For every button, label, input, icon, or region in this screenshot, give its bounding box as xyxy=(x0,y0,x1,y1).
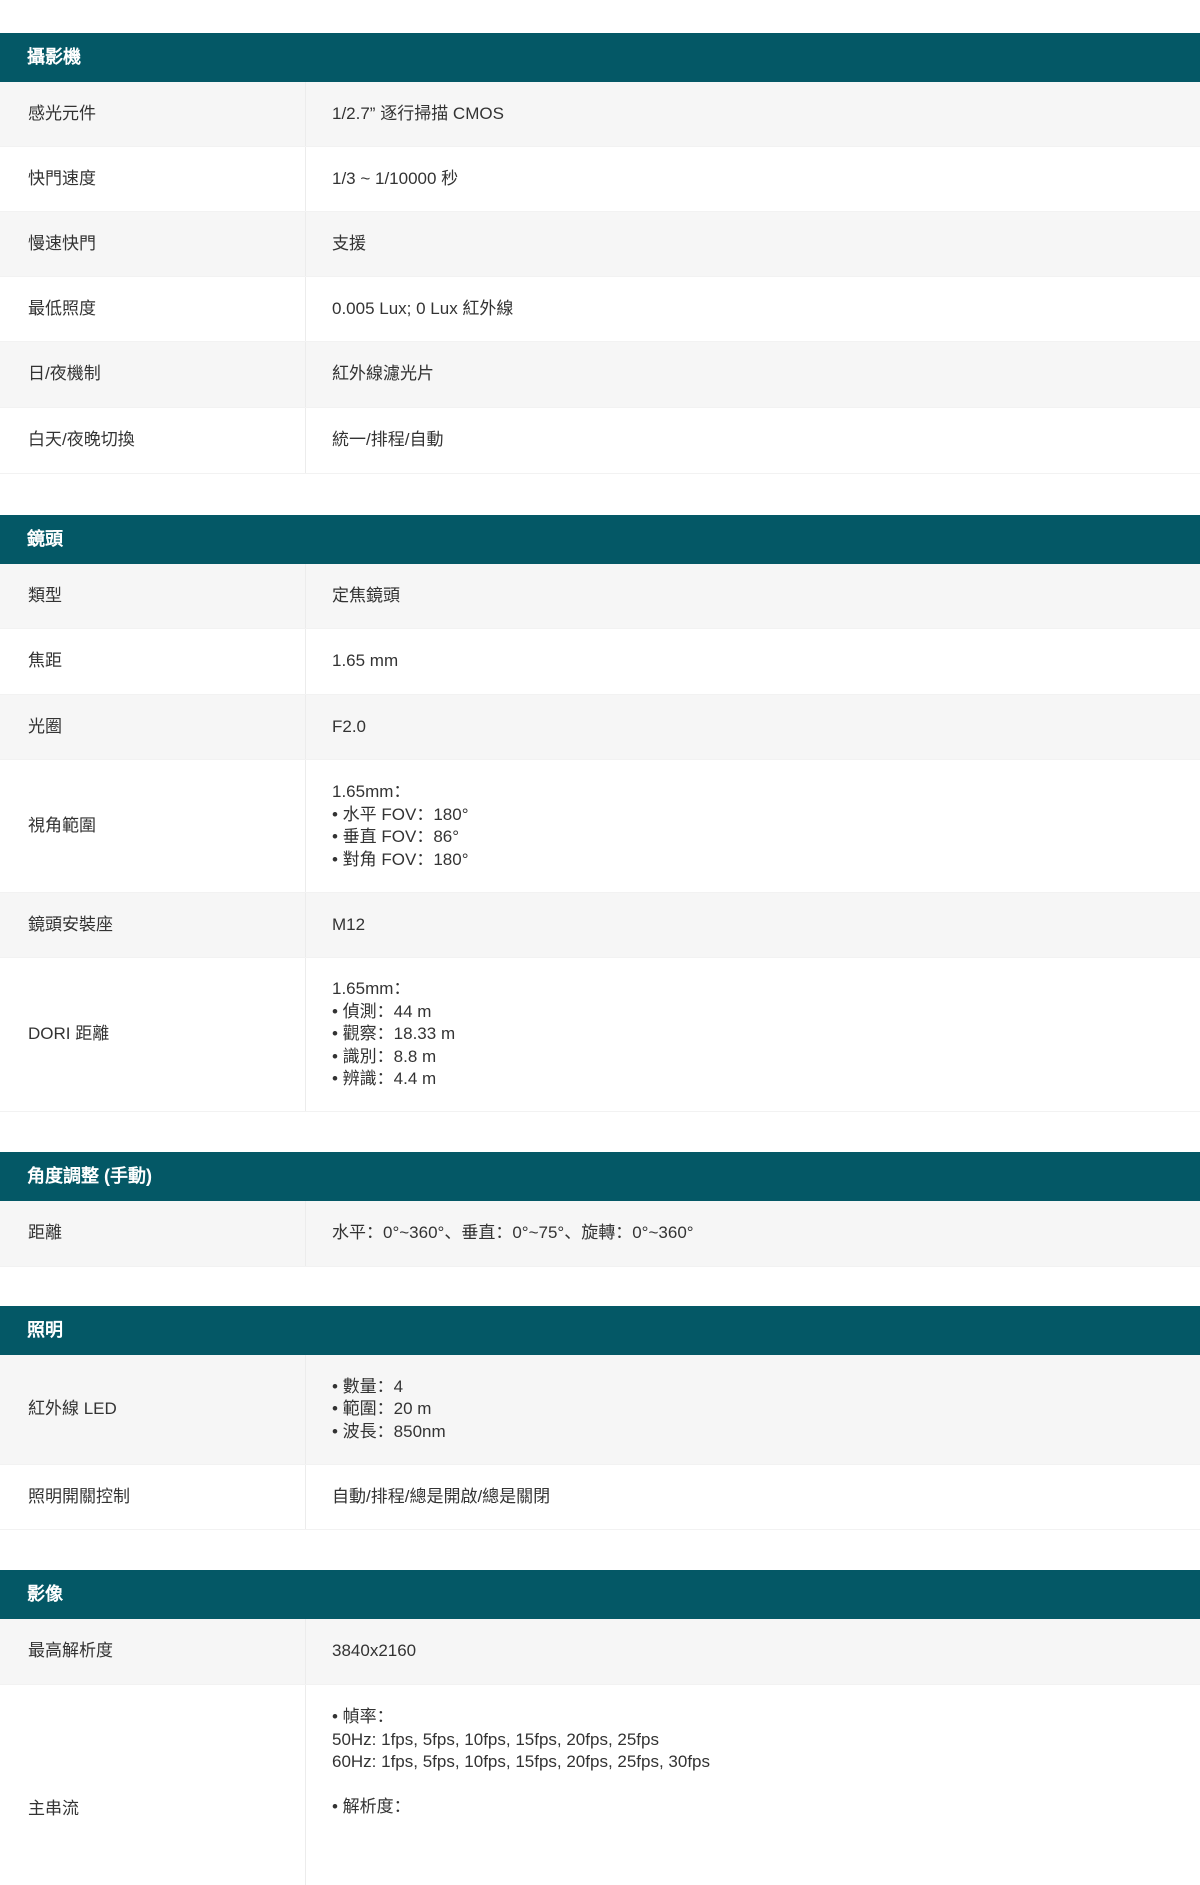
spec-section-angle-adjustment: 角度調整 (手動) 距離 水平：0°~360°、垂直：0°~75°、旋轉：0°~… xyxy=(0,1152,1200,1267)
spec-value: • 幀率： 50Hz: 1fps, 5fps, 10fps, 15fps, 20… xyxy=(306,1685,1200,1885)
spec-value: 3840x2160 xyxy=(306,1619,1200,1684)
spec-label: 紅外線 LED xyxy=(0,1355,306,1464)
spec-value-line: • 偵測：44 m xyxy=(332,1001,432,1021)
spec-section-illumination: 照明 紅外線 LED • 數量：4 • 範圍：20 m • 波長：850nm 照… xyxy=(0,1306,1200,1530)
spec-value-line: • 波長：850nm xyxy=(332,1421,446,1441)
spec-value-line: 1.65mm： xyxy=(332,979,411,999)
spec-label: 感光元件 xyxy=(0,82,306,146)
spec-row: 視角範圍 1.65mm： • 水平 FOV：180° • 垂直 FOV：86° … xyxy=(0,760,1200,893)
spec-value-line: • 水平 FOV：180° xyxy=(332,804,469,824)
spec-row: 照明開關控制 自動/排程/總是開啟/總是關閉 xyxy=(0,1465,1200,1530)
spec-label: 距離 xyxy=(0,1201,306,1266)
spec-value-line: 50Hz: 1fps, 5fps, 10fps, 15fps, 20fps, 2… xyxy=(332,1729,659,1749)
spec-value-line: • 觀察：18.33 m xyxy=(332,1024,456,1044)
spec-value: • 數量：4 • 範圍：20 m • 波長：850nm xyxy=(306,1355,1200,1464)
spec-value-line: • 數量：4 xyxy=(332,1376,404,1396)
spec-section-video: 影像 最高解析度 3840x2160 主串流 • 幀率： 50Hz: 1fps,… xyxy=(0,1570,1200,1885)
spec-value: 定焦鏡頭 xyxy=(306,564,1200,628)
spec-row: 白天/夜晚切換 統一/排程/自動 xyxy=(0,408,1200,474)
spec-row: 快門速度 1/3 ~ 1/10000 秒 xyxy=(0,147,1200,212)
spec-row: 最高解析度 3840x2160 xyxy=(0,1619,1200,1685)
spec-label: 光圈 xyxy=(0,695,306,759)
spec-value: F2.0 xyxy=(306,695,1200,759)
spec-row: 日/夜機制 紅外線濾光片 xyxy=(0,342,1200,408)
section-header: 照明 xyxy=(0,1306,1200,1355)
spec-label: 慢速快門 xyxy=(0,212,306,276)
section-header: 影像 xyxy=(0,1570,1200,1619)
spec-value: 1/2.7” 逐行掃描 CMOS xyxy=(306,82,1200,146)
spec-value-line: • 範圍：20 m xyxy=(332,1399,432,1419)
spec-value-line xyxy=(332,1774,710,1797)
spec-value: 0.005 Lux; 0 Lux 紅外線 xyxy=(306,277,1200,341)
spec-value: 1.65 mm xyxy=(306,629,1200,694)
spec-label: 焦距 xyxy=(0,629,306,694)
spec-value: 1/3 ~ 1/10000 秒 xyxy=(306,147,1200,211)
spec-label: 照明開關控制 xyxy=(0,1465,306,1529)
spec-label: 日/夜機制 xyxy=(0,342,306,407)
spec-value: 自動/排程/總是開啟/總是關閉 xyxy=(306,1465,1200,1529)
spec-section-lens: 鏡頭 類型 定焦鏡頭 焦距 1.65 mm 光圈 F2.0 視角範圍 1.65m… xyxy=(0,515,1200,1112)
spec-value: 紅外線濾光片 xyxy=(306,342,1200,407)
spec-value-line: • 辨識：4.4 m xyxy=(332,1069,437,1089)
spec-value: 統一/排程/自動 xyxy=(306,408,1200,473)
spec-row: 類型 定焦鏡頭 xyxy=(0,564,1200,629)
spec-row: 主串流 • 幀率： 50Hz: 1fps, 5fps, 10fps, 15fps… xyxy=(0,1685,1200,1885)
spec-value: 1.65mm： • 水平 FOV：180° • 垂直 FOV：86° • 對角 … xyxy=(306,760,1200,892)
spec-row: 感光元件 1/2.7” 逐行掃描 CMOS xyxy=(0,82,1200,147)
spec-value: 1.65mm： • 偵測：44 m • 觀察：18.33 m • 識別：8.8 … xyxy=(306,958,1200,1111)
spec-row: 光圈 F2.0 xyxy=(0,695,1200,760)
spec-row: DORI 距離 1.65mm： • 偵測：44 m • 觀察：18.33 m •… xyxy=(0,958,1200,1112)
spec-value: 支援 xyxy=(306,212,1200,276)
spec-label-text: 主串流 xyxy=(28,1799,79,1818)
spec-value-line: • 幀率： xyxy=(332,1707,394,1726)
spec-row: 紅外線 LED • 數量：4 • 範圍：20 m • 波長：850nm xyxy=(0,1355,1200,1465)
spec-label: 最低照度 xyxy=(0,277,306,341)
spec-value-line: 1.65mm： xyxy=(332,782,411,801)
spec-label: 快門速度 xyxy=(0,147,306,211)
spec-row: 慢速快門 支援 xyxy=(0,212,1200,277)
spec-label: 鏡頭安裝座 xyxy=(0,893,306,957)
spec-value-line: • 垂直 FOV：86° xyxy=(332,827,460,846)
spec-value-line: • 解析度： xyxy=(332,1797,411,1816)
spec-value-line: • 識別：8.8 m xyxy=(332,1046,437,1066)
spec-label: 主串流 xyxy=(0,1685,306,1885)
spec-label: 類型 xyxy=(0,564,306,628)
spec-value: 水平：0°~360°、垂直：0°~75°、旋轉：0°~360° xyxy=(306,1201,1200,1266)
spec-label: 視角範圍 xyxy=(0,760,306,892)
spec-section-camera: 攝影機 感光元件 1/2.7” 逐行掃描 CMOS 快門速度 1/3 ~ 1/1… xyxy=(0,33,1200,474)
section-header: 角度調整 (手動) xyxy=(0,1152,1200,1201)
spec-value: M12 xyxy=(306,893,1200,957)
spec-row: 鏡頭安裝座 M12 xyxy=(0,893,1200,958)
section-header: 鏡頭 xyxy=(0,515,1200,564)
spec-label: 最高解析度 xyxy=(0,1619,306,1684)
spec-row: 最低照度 0.005 Lux; 0 Lux 紅外線 xyxy=(0,277,1200,342)
spec-value-line: 60Hz: 1fps, 5fps, 10fps, 15fps, 20fps, 2… xyxy=(332,1752,711,1771)
spec-label: 白天/夜晚切換 xyxy=(0,408,306,473)
section-header: 攝影機 xyxy=(0,33,1200,82)
spec-row: 焦距 1.65 mm xyxy=(0,629,1200,695)
spec-value-line: • 對角 FOV：180° xyxy=(332,849,469,869)
spec-label: DORI 距離 xyxy=(0,958,306,1111)
spec-row: 距離 水平：0°~360°、垂直：0°~75°、旋轉：0°~360° xyxy=(0,1201,1200,1267)
